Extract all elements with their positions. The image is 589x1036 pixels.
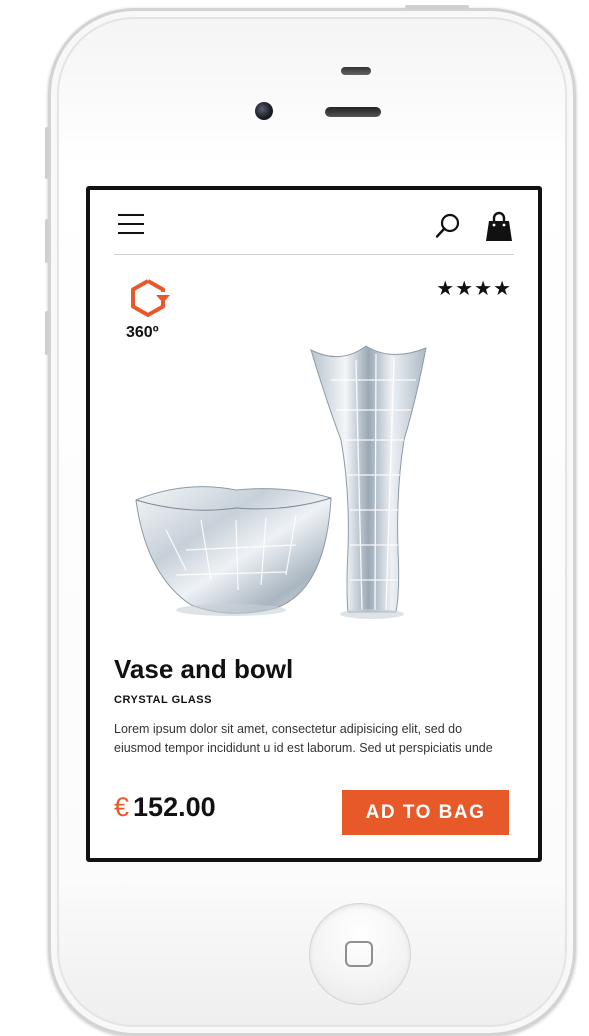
rating-stars: ★★★★ [436,278,512,300]
home-square-icon [345,941,373,967]
earpiece-speaker [325,107,381,117]
add-to-bag-button[interactable]: AD TO BAG [342,790,509,835]
product-title: Vase and bowl [114,654,294,684]
product-description: Lorem ipsum dolor sit amet, consectetur … [114,722,493,755]
price-value: 152.00 [133,792,216,822]
mute-switch [45,127,49,179]
shopping-bag-icon[interactable] [484,210,514,242]
volume-down-button [45,311,49,355]
front-camera [255,102,273,120]
product-subtitle: CRYSTAL GLASS [114,694,212,706]
currency-symbol: € [114,792,130,822]
power-button [405,5,469,9]
hamburger-menu-icon[interactable] [118,214,144,234]
app-screen: 360º ★★★★ Vase and bowl CRYSTAL GLASS Lo… [86,186,542,862]
top-navigation-bar [114,208,514,255]
rotate-360-icon[interactable] [126,276,170,320]
volume-up-button [45,219,49,263]
product-image [135,345,427,619]
search-icon[interactable] [434,212,462,240]
phone-sensor [341,67,371,75]
product-price: €152.00 [114,792,216,823]
home-button[interactable] [309,903,411,1005]
